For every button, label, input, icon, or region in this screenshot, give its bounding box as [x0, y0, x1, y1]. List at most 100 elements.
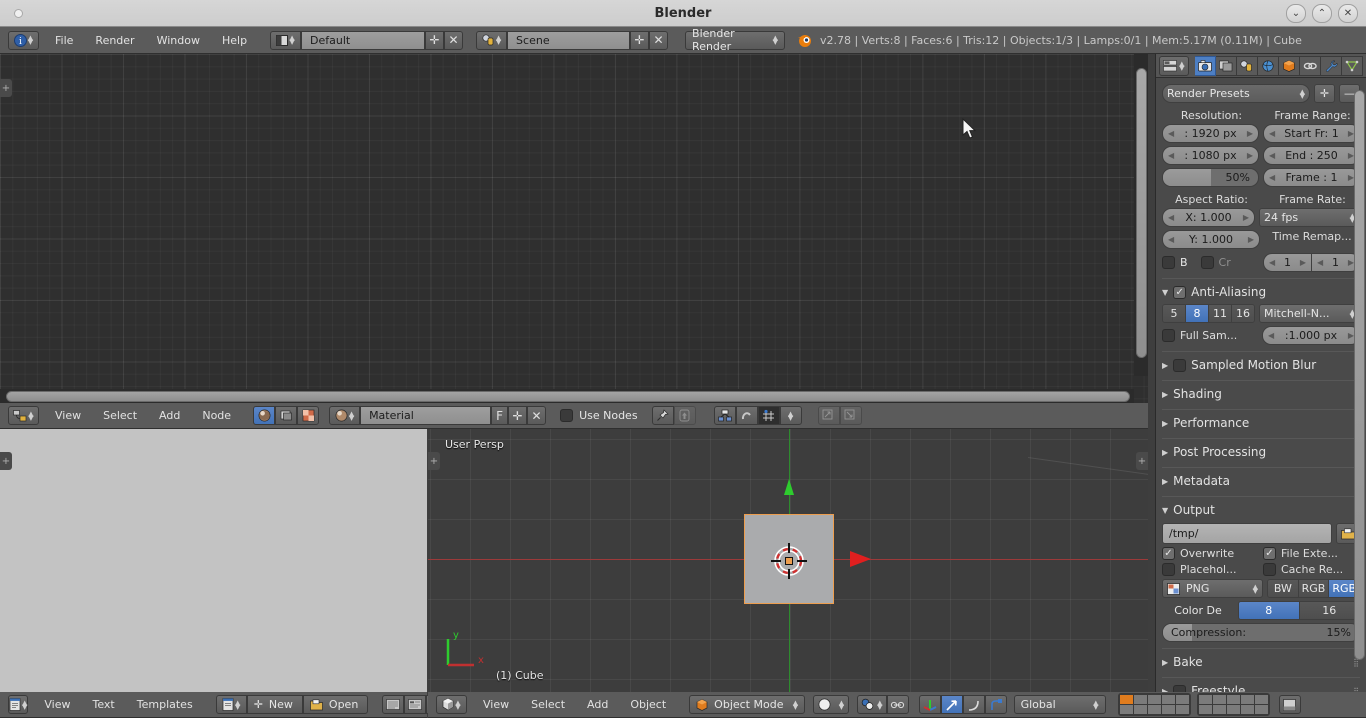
window-menu-dot[interactable]: [14, 9, 23, 18]
text-menu-view[interactable]: View: [33, 695, 81, 714]
new-text-button[interactable]: ✛ New: [246, 695, 303, 714]
file-format-dropdown[interactable]: PNG ▲ ▼: [1162, 579, 1263, 598]
layer-cell[interactable]: [1254, 695, 1268, 704]
compression-slider[interactable]: Compression: 15%: [1162, 623, 1360, 642]
view3d-toolshelf-expand[interactable]: +: [428, 452, 440, 470]
proportional-edit-icon[interactable]: [886, 695, 909, 714]
current-frame-field[interactable]: ◀ Frame : 1 ▶: [1263, 168, 1360, 187]
screen-layout-browse-button[interactable]: ▲ ▼: [270, 30, 302, 50]
anti-aliasing-checkbox[interactable]: ✓: [1173, 285, 1187, 299]
layer-cell[interactable]: [1175, 695, 1189, 704]
scene-tab[interactable]: [1236, 55, 1258, 76]
scene-browse-button[interactable]: ▲ ▼: [476, 30, 508, 50]
increment-icon[interactable]: ▶: [1247, 129, 1253, 138]
new-material-button[interactable]: ✛: [508, 406, 528, 425]
layer-cell[interactable]: [1133, 695, 1147, 704]
file-extensions-toggle[interactable]: ✓ File Exte...: [1263, 547, 1360, 560]
frame-start-field[interactable]: ◀ Start Fr: 1 ▶: [1263, 124, 1360, 143]
layer-cell[interactable]: [1212, 705, 1226, 714]
panel-anti-aliasing-header[interactable]: ▼ ✓ Anti-Aliasing ⣿: [1162, 283, 1360, 301]
manipulator-x-arrow[interactable]: [848, 550, 872, 568]
placeholders-toggle[interactable]: Placehol...: [1162, 563, 1259, 576]
render-layers-tab[interactable]: [1215, 55, 1237, 76]
view3d-canvas[interactable]: User Persp (1) Cube y x + +: [428, 429, 1148, 692]
view3d-menu-select[interactable]: Select: [520, 695, 576, 714]
scene-layers[interactable]: [1117, 693, 1270, 716]
increment-icon[interactable]: ▶: [1243, 213, 1249, 222]
scene-name-field[interactable]: Scene: [507, 30, 631, 50]
panel-post-processing-header[interactable]: ▶ Post Processing ⣿: [1162, 443, 1360, 461]
node-editor-vscroll-thumb[interactable]: [1136, 68, 1147, 358]
decrement-icon[interactable]: ◀: [1168, 151, 1174, 160]
resolution-y-field[interactable]: ◀ : 1080 px ▶: [1162, 146, 1259, 165]
text-editor-sidebar-expand[interactable]: +: [0, 452, 12, 470]
view3d-sidebar-expand[interactable]: +: [1136, 452, 1148, 470]
layer-cell[interactable]: [1161, 705, 1175, 714]
border-toggle[interactable]: B Cr: [1162, 256, 1259, 269]
overwrite-checkbox[interactable]: ✓: [1162, 547, 1175, 560]
layer-cell-active[interactable]: [1119, 695, 1133, 704]
linestyle-shader-icon[interactable]: [297, 406, 320, 425]
scene-layers-second-block[interactable]: [1196, 693, 1270, 716]
layer-cell[interactable]: [1175, 705, 1189, 714]
add-screen-layout-button[interactable]: ✛: [425, 30, 445, 50]
data-tab[interactable]: [1342, 55, 1364, 76]
menu-render[interactable]: Render: [84, 31, 145, 50]
cache-result-checkbox[interactable]: [1263, 563, 1276, 576]
aa-samples-segmented[interactable]: 5 8 11 16: [1162, 304, 1255, 323]
node-menu-add[interactable]: Add: [148, 406, 191, 425]
layer-cell[interactable]: [1119, 705, 1133, 714]
menu-file[interactable]: File: [44, 31, 84, 50]
viewport-shading-dropdown[interactable]: ▲ ▼: [813, 695, 850, 714]
overwrite-toggle[interactable]: ✓ Overwrite: [1162, 547, 1259, 560]
add-preset-button[interactable]: ✛: [1314, 84, 1335, 103]
world-shader-icon[interactable]: [275, 406, 298, 425]
node-editor-canvas[interactable]: + +: [0, 54, 1148, 403]
properties-editor-type-selector[interactable]: ▲ ▼: [1159, 55, 1189, 76]
maximize-icon[interactable]: ⌃: [1312, 4, 1332, 23]
scene-layers-first-block[interactable]: [1117, 693, 1191, 716]
screen-layout-name-field[interactable]: Default: [301, 30, 426, 50]
layer-cell[interactable]: [1198, 705, 1212, 714]
properties-vscroll-thumb[interactable]: [1354, 90, 1365, 660]
transform-orientation-dropdown[interactable]: Global ▲ ▼: [1013, 695, 1106, 714]
frame-rate-dropdown[interactable]: 24 fps ▲ ▼: [1259, 208, 1360, 227]
snap-element-dropdown[interactable]: ▲ ▼: [779, 406, 802, 425]
interaction-mode-dropdown[interactable]: Object Mode ▲ ▼: [689, 695, 806, 714]
node-editor-type-selector[interactable]: ▲ ▼: [8, 406, 39, 425]
render-overlay-icon[interactable]: [1278, 695, 1301, 714]
full-sample-toggle[interactable]: Full Sam...: [1162, 329, 1258, 342]
text-editor-canvas[interactable]: [0, 429, 427, 692]
text-editor-type-selector[interactable]: ▲ ▼: [8, 695, 29, 714]
crop-checkbox[interactable]: [1200, 256, 1214, 269]
decrement-icon[interactable]: ◀: [1269, 258, 1275, 267]
aspect-y-field[interactable]: ◀ Y: 1.000 ▶: [1162, 230, 1260, 249]
decrement-icon[interactable]: ◀: [1168, 213, 1174, 222]
view3d-menu-view[interactable]: View: [472, 695, 520, 714]
layer-cell[interactable]: [1212, 695, 1226, 704]
layer-cell[interactable]: [1240, 695, 1254, 704]
aa-sample-8[interactable]: 8: [1186, 305, 1209, 322]
decrement-icon[interactable]: ◀: [1269, 173, 1275, 182]
world-tab[interactable]: [1257, 55, 1279, 76]
layer-cell[interactable]: [1254, 705, 1268, 714]
full-sample-checkbox[interactable]: [1162, 329, 1175, 342]
color-depth-segmented[interactable]: 8 16: [1238, 601, 1360, 620]
resolution-x-field[interactable]: ◀ : 1920 px ▶: [1162, 124, 1259, 143]
modifiers-tab[interactable]: [1320, 55, 1342, 76]
layer-cell[interactable]: [1226, 705, 1240, 714]
paste-from-selected-icon[interactable]: [839, 406, 862, 425]
color-mode-segmented[interactable]: BW RGB RGB: [1267, 579, 1360, 598]
panel-sampled-motion-blur-header[interactable]: ▶ Sampled Motion Blur ⣿: [1162, 356, 1360, 374]
fake-user-button[interactable]: F: [491, 406, 509, 425]
decrement-icon[interactable]: ◀: [1317, 258, 1323, 267]
text-menu-templates[interactable]: Templates: [126, 695, 204, 714]
color-depth-8[interactable]: 8: [1239, 602, 1300, 619]
decrement-icon[interactable]: ◀: [1269, 151, 1275, 160]
panel-shading-header[interactable]: ▶ Shading ⣿: [1162, 385, 1360, 403]
delete-scene-button[interactable]: ✕: [649, 30, 669, 50]
snap-magnet-icon[interactable]: [735, 406, 758, 425]
panel-output-header[interactable]: ▼ Output ⣿: [1162, 501, 1360, 519]
constraints-tab[interactable]: [1299, 55, 1321, 76]
view3d-editor-type-selector[interactable]: ▲ ▼: [436, 695, 467, 714]
